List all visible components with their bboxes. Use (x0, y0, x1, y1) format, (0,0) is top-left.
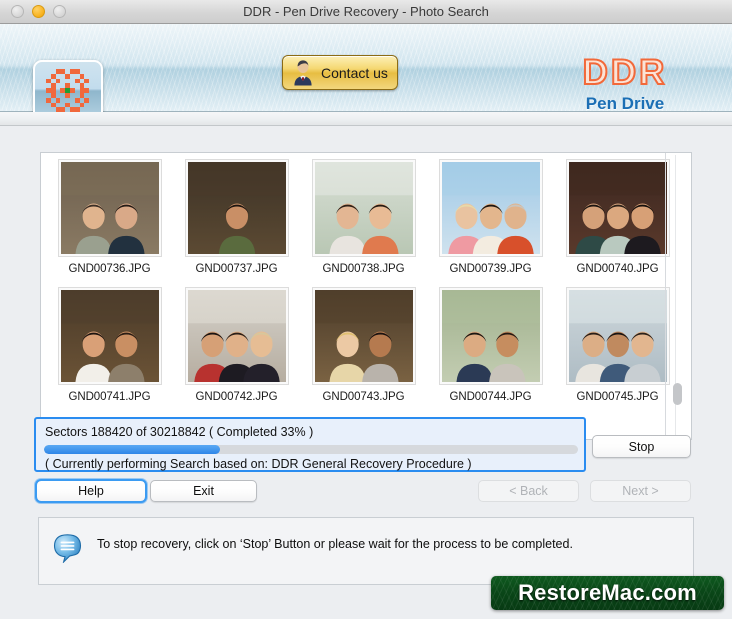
photo-thumbnail[interactable] (438, 159, 543, 257)
progress-label: Sectors 188420 of 30218842 ( Completed 3… (45, 425, 314, 439)
photo-item[interactable]: GND00742.JPG (178, 287, 295, 415)
photo-item[interactable]: GND00743.JPG (305, 287, 422, 415)
photo-image (568, 162, 667, 254)
logo-pixel (55, 97, 61, 103)
photo-image (314, 162, 413, 254)
photo-filename: GND00739.JPG (449, 263, 532, 275)
photo-thumbnail[interactable] (57, 287, 162, 385)
photo-thumbnail[interactable] (438, 287, 543, 385)
back-button: < Back (478, 480, 579, 502)
photo-item[interactable]: GND00737.JPG (178, 159, 295, 287)
checkered-flower-logo-icon (46, 69, 90, 113)
photo-image (441, 162, 540, 254)
progress-bar-track (44, 445, 578, 454)
photo-filename: GND00740.JPG (576, 263, 659, 275)
photo-thumbnail[interactable] (311, 159, 416, 257)
photo-image (187, 162, 286, 254)
help-button[interactable]: Help (35, 479, 147, 503)
brand-title: DDR (582, 53, 668, 93)
photo-filename: GND00744.JPG (449, 391, 532, 403)
logo-pixel (84, 97, 90, 103)
contact-us-button[interactable]: Contact us (282, 55, 398, 90)
info-message: To stop recovery, click on ‘Stop’ Button… (97, 537, 573, 551)
main-body: GND00736.JPG GND00737.JPG GND00738.JPG G… (0, 126, 732, 619)
contact-us-label: Contact us (321, 64, 388, 81)
watermark-text: RestoreMac.com (518, 580, 697, 605)
photo-item[interactable]: GND00739.JPG (432, 159, 549, 287)
photo-image (568, 290, 667, 382)
person-avatar-icon (290, 59, 316, 86)
logo-pixel (70, 88, 75, 93)
photo-filename: GND00736.JPG (68, 263, 151, 275)
header-separator (0, 112, 732, 126)
photo-image (314, 290, 413, 382)
app-window: DDR - Pen Drive Recovery - Photo Search … (0, 0, 732, 619)
title-bar: DDR - Pen Drive Recovery - Photo Search (0, 0, 732, 24)
logo-pixel (84, 78, 90, 84)
photo-image (60, 290, 159, 382)
next-button: Next > (590, 480, 691, 502)
photo-item[interactable]: GND00744.JPG (432, 287, 549, 415)
photo-item[interactable]: GND00740.JPG (559, 159, 676, 287)
window-title: DDR - Pen Drive Recovery - Photo Search (243, 4, 489, 19)
speech-bubble-info-icon (52, 533, 84, 564)
photo-filename: GND00742.JPG (195, 391, 278, 403)
watermark-badge: RestoreMac.com (491, 576, 724, 610)
photo-filename: GND00745.JPG (576, 391, 659, 403)
progress-panel: Sectors 188420 of 30218842 ( Completed 3… (34, 417, 586, 472)
photo-item[interactable]: GND00745.JPG (559, 287, 676, 415)
photo-thumbnail[interactable] (565, 159, 670, 257)
photo-filename: GND00737.JPG (195, 263, 278, 275)
exit-button[interactable]: Exit (150, 480, 257, 502)
scrollbar-thumb[interactable] (673, 383, 682, 405)
photo-image (60, 162, 159, 254)
photo-image (441, 290, 540, 382)
photo-item[interactable]: GND00741.JPG (51, 287, 168, 415)
photo-results-panel: GND00736.JPG GND00737.JPG GND00738.JPG G… (40, 152, 692, 440)
photo-thumbnail[interactable] (184, 159, 289, 257)
logo-pixel (65, 73, 70, 79)
photo-thumbnail[interactable] (311, 287, 416, 385)
logo-pixel (79, 102, 85, 108)
photo-image (187, 290, 286, 382)
vertical-scrollbar[interactable] (673, 155, 687, 437)
photo-item[interactable]: GND00736.JPG (51, 159, 168, 287)
photo-thumbnail[interactable] (184, 287, 289, 385)
stop-button[interactable]: Stop (592, 435, 691, 458)
progress-bar-fill (44, 445, 221, 454)
info-panel: To stop recovery, click on ‘Stop’ Button… (38, 517, 694, 585)
logo-pixel (55, 78, 61, 84)
photo-item[interactable]: GND00738.JPG (305, 159, 422, 287)
photo-thumbnail[interactable] (565, 287, 670, 385)
photo-thumbnail[interactable] (57, 159, 162, 257)
header-banner: Contact us DDR Pen Drive (0, 24, 732, 122)
logo-pixel (84, 88, 90, 93)
photo-filename: GND00743.JPG (322, 391, 405, 403)
photo-filename: GND00738.JPG (322, 263, 405, 275)
progress-status-text: ( Currently performing Search based on: … (45, 457, 472, 471)
panel-divider (665, 153, 666, 439)
photo-grid: GND00736.JPG GND00737.JPG GND00738.JPG G… (41, 153, 678, 439)
logo-pixel (65, 93, 70, 98)
photo-filename: GND00741.JPG (68, 391, 151, 403)
brand-logo: DDR Pen Drive (540, 53, 710, 116)
